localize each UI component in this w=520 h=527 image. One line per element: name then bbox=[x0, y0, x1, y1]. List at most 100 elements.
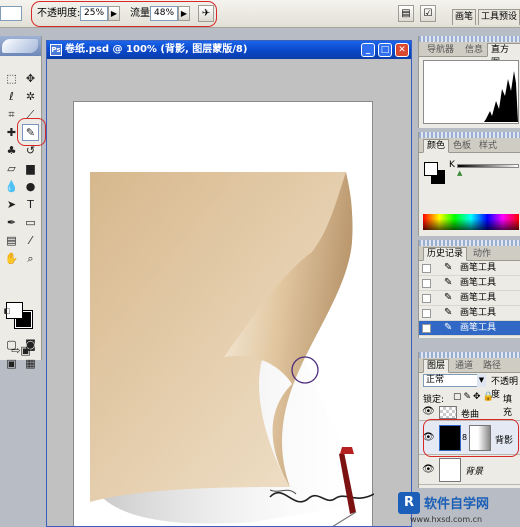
tab-info[interactable]: 信息 bbox=[461, 43, 487, 57]
clone-stamp-tool-icon[interactable]: ♣ bbox=[3, 142, 20, 159]
eraser-tool-icon[interactable]: ▱ bbox=[3, 160, 20, 177]
history-item[interactable]: ✎ 画笔工具 bbox=[419, 306, 520, 321]
brush-icon: ✎ bbox=[444, 307, 453, 318]
layers-panel-tabs: 图层 通道 路径 bbox=[419, 358, 520, 373]
lock-icons[interactable]: ▢✎✥🔒 bbox=[453, 392, 496, 402]
ps-document-icon: Ps bbox=[50, 44, 62, 56]
document-canvas-area[interactable] bbox=[49, 61, 409, 526]
color-spectrum-bar[interactable] bbox=[423, 214, 519, 230]
layer-row[interactable]: 👁 背景 bbox=[419, 455, 520, 485]
move-tool-icon[interactable]: ✥ bbox=[22, 70, 39, 87]
slider-thumb-icon[interactable]: ▲ bbox=[457, 169, 462, 177]
history-checkbox[interactable] bbox=[422, 294, 431, 303]
tab-navigator[interactable]: 导航器 bbox=[423, 43, 458, 57]
history-item-label: 画笔工具 bbox=[460, 323, 497, 333]
healing-brush-tool-icon[interactable]: ✚ bbox=[3, 124, 20, 141]
opacity-arrow-button[interactable]: ▶ bbox=[108, 6, 120, 21]
histogram-panel: 导航器 信息 直方图 bbox=[418, 36, 520, 128]
layer-mask-thumbnail[interactable] bbox=[469, 425, 491, 451]
workspace-icon[interactable]: ☑ bbox=[420, 5, 436, 22]
watermark-text: 软件自学网 bbox=[424, 497, 490, 512]
blur-tool-icon[interactable]: 💧 bbox=[3, 178, 20, 195]
document-window: Ps 卷纸.psd @ 100% (背影, 图层蒙版/8) _ □ ✕ bbox=[46, 40, 412, 527]
magic-wand-tool-icon[interactable]: ✲ bbox=[22, 88, 39, 105]
history-item-selected[interactable]: ✎ 画笔工具 bbox=[419, 321, 520, 336]
tab-layers[interactable]: 图层 bbox=[423, 359, 450, 373]
tab-channels[interactable]: 通道 bbox=[451, 359, 477, 373]
gradient-tool-icon[interactable]: ▆ bbox=[22, 160, 39, 177]
document-title: 卷纸.psd @ 100% (背影, 图层蒙版/8) bbox=[65, 44, 248, 55]
marquee-tool-icon[interactable]: ⬚ bbox=[3, 70, 20, 87]
history-item[interactable]: ✎ 画笔工具 bbox=[419, 291, 520, 306]
tab-histogram[interactable]: 直方图 bbox=[487, 43, 520, 68]
chevron-down-icon[interactable]: ▼ bbox=[477, 374, 486, 387]
brush-icon: ✎ bbox=[444, 277, 453, 288]
brush-preset-field[interactable] bbox=[0, 6, 22, 21]
color-panel-tabs: 颜色 色板 样式 bbox=[419, 138, 520, 153]
tab-history[interactable]: 历史记录 bbox=[423, 247, 468, 261]
slice-tool-icon[interactable]: ⟋ bbox=[22, 106, 39, 123]
histogram-panel-tabs: 导航器 信息 直方图 bbox=[419, 42, 520, 68]
eyedropper-tool-icon[interactable]: ⁄ bbox=[22, 232, 39, 249]
image-canvas[interactable] bbox=[73, 101, 375, 526]
history-item[interactable]: ✎ 画笔工具 bbox=[419, 261, 520, 276]
history-checkbox[interactable] bbox=[422, 279, 431, 288]
k-slider[interactable] bbox=[457, 164, 519, 168]
tab-tool-presets[interactable]: 工具预设 bbox=[478, 9, 520, 25]
layer-name: 背影 bbox=[495, 436, 514, 446]
tab-actions[interactable]: 动作 bbox=[469, 247, 495, 261]
flow-input[interactable]: 48% bbox=[150, 6, 178, 21]
brush-tool-icon[interactable]: ✎ bbox=[22, 124, 39, 141]
layer-thumbnail bbox=[439, 425, 461, 451]
toolbox: ⬚ ✥ ℓ ✲ ⌗ ⟋ ✚ ✎ ♣ ↺ ▱ ▆ 💧 ● ➤ T ✒ ▭ ▤ ⁄ … bbox=[0, 36, 46, 370]
layer-row[interactable]: 👁 卷曲 bbox=[419, 404, 520, 421]
layers-panel: 图层 通道 路径 正常 ▼ 不透明度 锁定: ▢✎✥🔒 填充 👁 卷曲 👁 8 … bbox=[418, 352, 520, 488]
color-panel-foreground[interactable] bbox=[424, 162, 438, 176]
lasso-tool-icon[interactable]: ℓ bbox=[3, 88, 20, 105]
hand-tool-icon[interactable]: ✋ bbox=[3, 250, 20, 267]
palette-well-icon[interactable]: ▤ bbox=[398, 5, 414, 22]
history-brush-tool-icon[interactable]: ↺ bbox=[22, 142, 39, 159]
jump-to-imageready-icon[interactable]: ⇨▣ bbox=[3, 342, 39, 359]
shape-tool-icon[interactable]: ▭ bbox=[22, 214, 39, 231]
eye-icon[interactable]: 👁 bbox=[422, 464, 435, 476]
crop-tool-icon[interactable]: ⌗ bbox=[3, 106, 20, 123]
path-selection-tool-icon[interactable]: ➤ bbox=[3, 196, 20, 213]
tab-paths[interactable]: 路径 bbox=[479, 359, 505, 373]
tab-styles[interactable]: 样式 bbox=[475, 139, 501, 153]
history-panel: 历史记录 动作 ✎ 画笔工具 ✎ 画笔工具 ✎ 画笔工具 ✎ 画笔工具 ✎ 画笔工具 bbox=[418, 240, 520, 338]
layer-row-selected[interactable]: 👁 8 背影 bbox=[419, 421, 520, 455]
history-item[interactable]: ✎ 画笔工具 bbox=[419, 276, 520, 291]
history-panel-tabs: 历史记录 动作 bbox=[419, 246, 520, 261]
tab-color[interactable]: 颜色 bbox=[423, 139, 450, 153]
airbrush-icon[interactable]: ✈ bbox=[198, 5, 214, 22]
minimize-button[interactable]: _ bbox=[361, 43, 375, 57]
eye-icon[interactable]: 👁 bbox=[422, 406, 435, 418]
document-titlebar[interactable]: Ps 卷纸.psd @ 100% (背影, 图层蒙版/8) _ □ ✕ bbox=[47, 41, 411, 59]
close-button[interactable]: ✕ bbox=[395, 43, 409, 57]
watermark-logo: R 软件自学网 www.hxsd.com.cn bbox=[396, 490, 520, 527]
history-checkbox[interactable] bbox=[422, 264, 431, 273]
layer-name: 背景 bbox=[465, 467, 484, 477]
pen-tool-icon[interactable]: ✒ bbox=[3, 214, 20, 231]
dodge-tool-icon[interactable]: ● bbox=[22, 178, 39, 195]
type-tool-icon[interactable]: T bbox=[22, 196, 39, 213]
zoom-tool-icon[interactable]: ⌕ bbox=[22, 250, 39, 267]
watermark-url: www.hxsd.com.cn bbox=[410, 515, 483, 524]
feather-logo-icon bbox=[2, 39, 38, 53]
brush-icon: ✎ bbox=[444, 292, 453, 303]
curled-paper-artwork bbox=[90, 162, 375, 526]
flow-arrow-button[interactable]: ▶ bbox=[178, 6, 190, 21]
blend-mode-select[interactable]: 正常 bbox=[423, 374, 485, 387]
tab-brushes[interactable]: 画笔 bbox=[452, 9, 477, 25]
history-checkbox[interactable] bbox=[422, 309, 431, 318]
eye-icon[interactable]: 👁 bbox=[422, 432, 435, 444]
tab-swatches[interactable]: 色板 bbox=[449, 139, 475, 153]
maximize-button[interactable]: □ bbox=[378, 43, 392, 57]
notes-tool-icon[interactable]: ▤ bbox=[3, 232, 20, 249]
opacity-input[interactable]: 25% bbox=[80, 6, 108, 21]
layer-thumbnail bbox=[439, 406, 457, 419]
histogram-display bbox=[423, 60, 519, 124]
default-colors-icon[interactable]: ◧ bbox=[2, 306, 12, 316]
history-checkbox[interactable] bbox=[422, 324, 431, 333]
